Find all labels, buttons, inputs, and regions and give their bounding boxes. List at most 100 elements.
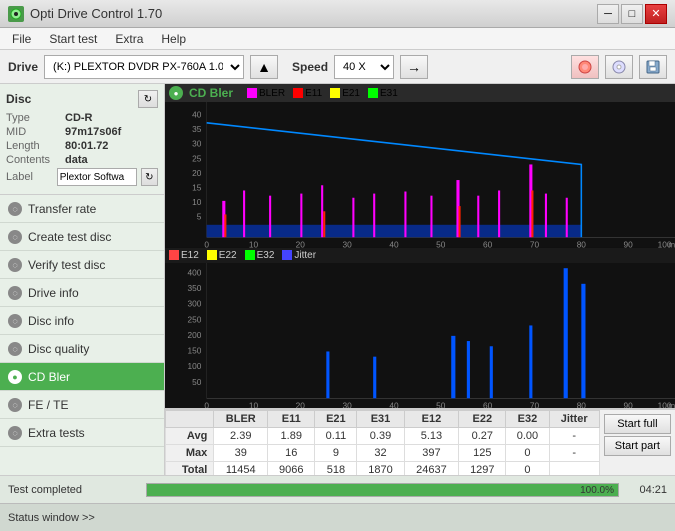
verify-test-disc-icon: ◌ — [8, 258, 22, 272]
row-total-bler: 11454 — [214, 462, 268, 475]
legend-e12-label: E12 — [181, 250, 199, 261]
start-full-button[interactable]: Start full — [604, 414, 671, 434]
cd-bler-icon: ● — [8, 370, 22, 384]
row-total-jitter — [549, 462, 599, 475]
disc-button[interactable] — [605, 55, 633, 79]
label-input[interactable] — [57, 168, 137, 186]
sidebar-item-cd-bler[interactable]: ● CD Bler — [0, 363, 164, 391]
legend-jitter: Jitter — [282, 250, 316, 261]
row-avg-e11: 1.89 — [268, 428, 315, 445]
status-time: 04:21 — [627, 484, 667, 496]
sidebar-item-transfer-rate[interactable]: ◌ Transfer rate — [0, 195, 164, 223]
svg-text:250: 250 — [188, 314, 202, 324]
menu-bar: File Start test Extra Help — [0, 28, 675, 50]
status-window-bar[interactable]: Status window >> — [0, 503, 675, 531]
legend-e31: E31 — [368, 88, 398, 99]
row-max-label: Max — [166, 445, 214, 462]
sidebar-item-disc-quality[interactable]: ◌ Disc quality — [0, 335, 164, 363]
bottom-chart-svg: 400 350 300 250 200 150 100 50 0 10 20 3… — [165, 263, 675, 409]
table-row-avg: Avg 2.39 1.89 0.11 0.39 5.13 0.27 0.00 - — [166, 428, 600, 445]
fe-te-icon: ◌ — [8, 398, 22, 412]
sidebar-item-fe-te[interactable]: ◌ FE / TE — [0, 391, 164, 419]
table-row-total: Total 11454 9066 518 1870 24637 1297 0 — [166, 462, 600, 475]
row-avg-e22: 0.27 — [459, 428, 506, 445]
disc-info-label: Disc info — [28, 314, 74, 328]
legend-e31-label: E31 — [380, 88, 398, 99]
sidebar-item-create-test-disc[interactable]: ◌ Create test disc — [0, 223, 164, 251]
progress-bar — [147, 484, 618, 496]
svg-text:20: 20 — [192, 168, 202, 178]
sidebar-item-drive-info[interactable]: ◌ Drive info — [0, 279, 164, 307]
menu-file[interactable]: File — [4, 30, 39, 48]
svg-text:300: 300 — [188, 298, 202, 308]
disc-contents-row: Contents data — [6, 154, 158, 166]
save-button[interactable] — [639, 55, 667, 79]
bottom-chart: 400 350 300 250 200 150 100 50 0 10 20 3… — [165, 263, 675, 409]
data-table-wrapper: BLER E11 E21 E31 E12 E22 E32 Jitter Avg — [165, 410, 600, 475]
svg-text:10: 10 — [249, 240, 259, 248]
legend-e11: E11 — [293, 88, 322, 99]
menu-help[interactable]: Help — [153, 30, 194, 48]
col-header-jitter: Jitter — [549, 411, 599, 428]
svg-text:100: 100 — [188, 361, 202, 371]
sidebar-item-disc-info[interactable]: ◌ Disc info — [0, 307, 164, 335]
legend-e21: E21 — [330, 88, 360, 99]
close-button[interactable]: ✕ — [645, 4, 667, 24]
app-icon — [8, 6, 24, 22]
bottom-section: BLER E11 E21 E31 E12 E22 E32 Jitter Avg — [165, 408, 675, 475]
legend-e32: E32 — [245, 250, 275, 261]
eject-button[interactable]: ▲ — [250, 55, 278, 79]
status-text: Test completed — [8, 484, 138, 496]
svg-text:min: min — [668, 400, 675, 408]
col-header-e32: E32 — [506, 411, 549, 428]
svg-text:20: 20 — [296, 400, 306, 408]
svg-text:40: 40 — [389, 240, 399, 248]
col-header-e21: E21 — [315, 411, 357, 428]
legend-bler: BLER — [247, 88, 285, 99]
charts-area: 40 35 30 25 20 15 10 5 0 10 20 30 40 50 … — [165, 102, 675, 408]
speed-select[interactable]: 40 X Max 8 X 16 X 24 X 32 X 48 X — [334, 55, 394, 79]
col-header-e31: E31 — [357, 411, 404, 428]
mid-label: MID — [6, 126, 61, 138]
nav-list: ◌ Transfer rate ◌ Create test disc ◌ Ver… — [0, 195, 164, 475]
row-avg-e12: 5.13 — [404, 428, 459, 445]
svg-text:350: 350 — [188, 283, 202, 293]
svg-text:50: 50 — [436, 240, 446, 248]
chart-title: CD Bler — [189, 86, 233, 100]
start-part-button[interactable]: Start part — [604, 436, 671, 456]
sidebar-item-extra-tests[interactable]: ◌ Extra tests — [0, 419, 164, 447]
svg-text:35: 35 — [192, 124, 202, 134]
svg-text:10: 10 — [192, 197, 202, 207]
svg-text:min: min — [668, 240, 675, 248]
content-area: ● CD Bler BLER E11 E21 E31 — [165, 84, 675, 475]
svg-text:90: 90 — [624, 400, 634, 408]
top-chart: 40 35 30 25 20 15 10 5 0 10 20 30 40 50 … — [165, 102, 675, 248]
menu-extra[interactable]: Extra — [107, 30, 151, 48]
row-max-e32: 0 — [506, 445, 549, 462]
svg-text:150: 150 — [188, 345, 202, 355]
row-max-bler: 39 — [214, 445, 268, 462]
table-header-row: BLER E11 E21 E31 E12 E22 E32 Jitter — [166, 411, 600, 428]
row-avg-label: Avg — [166, 428, 214, 445]
svg-text:400: 400 — [188, 267, 202, 277]
minimize-button[interactable]: ─ — [597, 4, 619, 24]
disc-header: Disc ↻ — [6, 90, 158, 108]
sidebar-item-verify-test-disc[interactable]: ◌ Verify test disc — [0, 251, 164, 279]
verify-test-disc-label: Verify test disc — [28, 258, 105, 272]
drive-select[interactable]: (K:) PLEXTOR DVDR PX-760A 1.07 — [44, 55, 244, 79]
label-refresh-button[interactable]: ↻ — [141, 168, 158, 186]
disc-refresh-button[interactable]: ↻ — [138, 90, 158, 108]
svg-text:50: 50 — [436, 400, 446, 408]
menu-start-test[interactable]: Start test — [41, 30, 105, 48]
row-max-e11: 16 — [268, 445, 315, 462]
top-chart-svg: 40 35 30 25 20 15 10 5 0 10 20 30 40 50 … — [165, 102, 675, 248]
svg-text:70: 70 — [530, 240, 540, 248]
arrow-button[interactable]: → — [400, 55, 428, 79]
label-label: Label — [6, 171, 53, 183]
drive-info-icon: ◌ — [8, 286, 22, 300]
progress-container: 100.0% — [146, 483, 619, 497]
maximize-button[interactable]: □ — [621, 4, 643, 24]
disc-quality-icon: ◌ — [8, 342, 22, 356]
col-header-e11: E11 — [268, 411, 315, 428]
erase-button[interactable] — [571, 55, 599, 79]
